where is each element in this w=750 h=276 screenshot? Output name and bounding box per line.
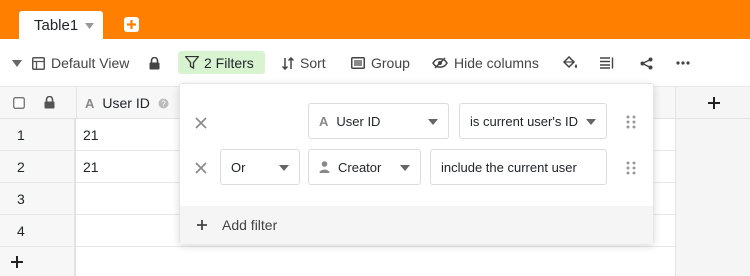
plus-icon bbox=[127, 20, 136, 29]
chevron-down-icon bbox=[400, 165, 410, 171]
add-row-button[interactable] bbox=[10, 255, 24, 272]
filter-column-select[interactable]: A User ID bbox=[308, 103, 449, 139]
filter-predicate-label: include the current user bbox=[441, 159, 577, 175]
text-type-icon: A bbox=[85, 95, 95, 111]
share-button[interactable] bbox=[640, 39, 653, 87]
filters-popover: A User ID is current user's ID Or Creato… bbox=[179, 83, 654, 244]
group-label: Group bbox=[371, 55, 410, 71]
plus-icon bbox=[11, 256, 23, 268]
row-number: 4 bbox=[17, 223, 25, 239]
row-color-button[interactable] bbox=[562, 39, 578, 87]
chevron-down-icon bbox=[586, 119, 596, 125]
paint-bucket-icon bbox=[562, 56, 578, 69]
add-filter-label: Add filter bbox=[222, 217, 278, 233]
remove-filter-icon[interactable] bbox=[194, 161, 208, 175]
drag-handle-icon[interactable] bbox=[626, 161, 636, 175]
more-horizontal-icon bbox=[676, 61, 690, 65]
cell-user-id[interactable]: 21 bbox=[83, 127, 99, 143]
app-header: Table1 bbox=[0, 0, 750, 39]
view-toolbar: Default View 2 Filters Sort Group Hide c… bbox=[0, 39, 750, 87]
sort-button[interactable]: Sort bbox=[282, 39, 326, 87]
view-selector[interactable]: Default View bbox=[12, 39, 129, 87]
cell-user-id[interactable]: 21 bbox=[83, 159, 99, 175]
filter-predicate-select[interactable]: is current user's ID bbox=[459, 103, 607, 139]
plus-icon bbox=[707, 96, 720, 109]
row-number: 1 bbox=[17, 127, 25, 143]
caret-down-icon bbox=[12, 59, 22, 67]
lock-icon[interactable] bbox=[44, 96, 55, 109]
column-name: User ID bbox=[102, 95, 150, 111]
view-name: Default View bbox=[51, 55, 130, 71]
remove-filter-icon[interactable] bbox=[194, 116, 208, 130]
row-height-icon bbox=[600, 57, 614, 69]
hide-columns-button[interactable]: Hide columns bbox=[432, 39, 539, 87]
group-button[interactable]: Group bbox=[351, 39, 410, 87]
chevron-down-icon[interactable] bbox=[85, 23, 95, 29]
sort-label: Sort bbox=[300, 55, 326, 71]
filters-button[interactable]: 2 Filters bbox=[178, 51, 265, 74]
select-all-checkbox[interactable] bbox=[13, 97, 25, 109]
chevron-down-icon bbox=[279, 165, 289, 171]
row-number: 3 bbox=[17, 191, 25, 207]
add-table-button[interactable] bbox=[124, 17, 139, 32]
column-divider bbox=[75, 119, 76, 276]
sort-icon bbox=[282, 56, 294, 70]
add-column-button[interactable] bbox=[676, 87, 750, 119]
lock-view-button[interactable] bbox=[149, 39, 160, 87]
help-icon: ? bbox=[158, 98, 169, 108]
filter-predicate-select[interactable]: include the current user bbox=[430, 149, 607, 185]
filter-conjunction-label: Or bbox=[231, 159, 246, 175]
table-tab[interactable]: Table1 bbox=[19, 11, 103, 39]
filter-icon bbox=[185, 56, 199, 69]
filter-conjunction-select[interactable]: Or bbox=[220, 149, 300, 185]
hide-columns-label: Hide columns bbox=[454, 55, 539, 71]
filter-column-select[interactable]: Creator bbox=[308, 149, 421, 185]
table-tab-label: Table1 bbox=[34, 16, 79, 34]
filter-column-label: Creator bbox=[338, 159, 382, 175]
text-type-icon: A bbox=[319, 113, 329, 129]
add-filter-button[interactable]: Add filter bbox=[180, 206, 653, 244]
eye-slash-icon bbox=[432, 57, 448, 69]
svg-text:?: ? bbox=[161, 99, 166, 108]
filter-predicate-label: is current user's ID bbox=[470, 113, 578, 129]
more-options-button[interactable] bbox=[676, 39, 690, 87]
chevron-down-icon bbox=[428, 119, 438, 125]
drag-handle-icon[interactable] bbox=[626, 115, 636, 129]
lock-icon bbox=[149, 56, 160, 69]
row-number: 2 bbox=[17, 159, 25, 175]
filter-column-label: User ID bbox=[336, 113, 381, 129]
add-column-area bbox=[675, 87, 750, 276]
table-view-icon bbox=[32, 56, 45, 70]
plus-icon bbox=[197, 220, 207, 230]
share-icon bbox=[640, 57, 653, 69]
filters-label: 2 Filters bbox=[204, 54, 254, 71]
group-icon bbox=[351, 57, 365, 69]
person-icon bbox=[319, 161, 330, 173]
column-header-user-id[interactable]: A User ID ? bbox=[76, 87, 181, 119]
row-height-button[interactable] bbox=[600, 39, 614, 87]
